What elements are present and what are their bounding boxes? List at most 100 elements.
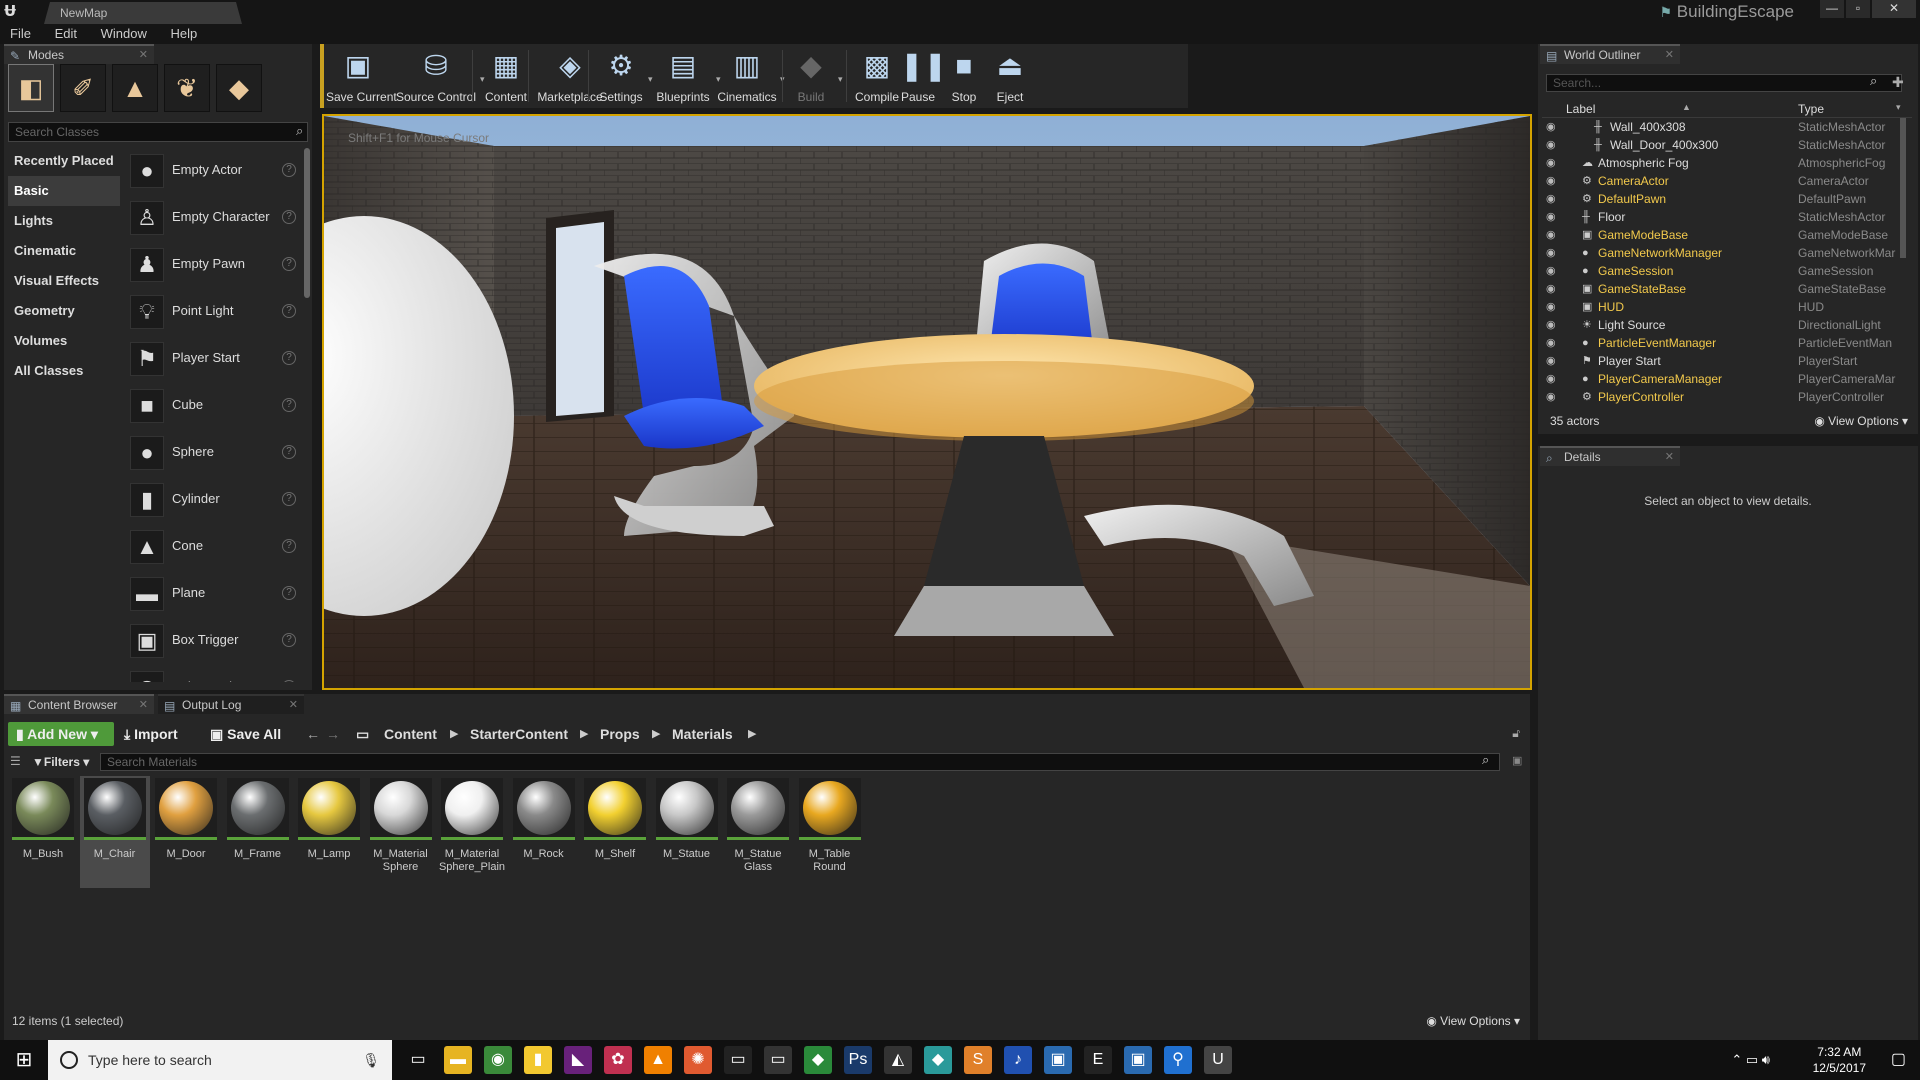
task-view-icon[interactable]: ▭: [404, 1046, 432, 1074]
placeable-item[interactable]: ⚑ Player Start?: [122, 336, 302, 383]
filters-button[interactable]: ▼Filters ▾: [32, 752, 89, 772]
placeable-item[interactable]: ▮ Cylinder?: [122, 477, 302, 524]
help-icon[interactable]: ?: [282, 163, 296, 177]
epic-games-icon[interactable]: E: [1084, 1046, 1112, 1074]
asset-tile[interactable]: M_Rock: [509, 776, 579, 888]
clock[interactable]: 7:32 AM 12/5/2017: [1813, 1044, 1866, 1076]
visibility-eye-icon[interactable]: ◉: [1546, 136, 1556, 154]
chevron-down-icon[interactable]: ▾: [1896, 102, 1901, 113]
placeable-item[interactable]: 💡︎ Point Light?: [122, 289, 302, 336]
placeable-item[interactable]: ▣ Box Trigger?: [122, 618, 302, 665]
davinci-icon[interactable]: ✿: [604, 1046, 632, 1074]
menu-edit[interactable]: Edit: [45, 24, 87, 44]
volume-icon[interactable]: 🔊︎: [1762, 1052, 1770, 1067]
back-arrow-icon[interactable]: ←: [306, 722, 320, 746]
sourcetree-icon[interactable]: ◆: [924, 1046, 952, 1074]
close-tab-icon[interactable]: ✕: [289, 696, 298, 714]
tab-world-outliner[interactable]: ▤ World Outliner ✕: [1540, 44, 1680, 64]
visibility-eye-icon[interactable]: ◉: [1546, 208, 1556, 226]
save-all-button[interactable]: ▣ Save All: [210, 722, 281, 746]
import-button[interactable]: ⤓ Import: [124, 722, 178, 746]
paint-mode-icon[interactable]: ✐: [60, 64, 106, 112]
tab-details[interactable]: ⌕ Details ✕: [1540, 446, 1680, 466]
terminal-icon[interactable]: ▭: [724, 1046, 752, 1074]
outliner-row[interactable]: ◉ ⚙ CameraActor CameraActor: [1542, 172, 1904, 190]
sources-toggle-icon[interactable]: ☰: [10, 754, 21, 768]
placeable-item[interactable]: ▬ Plane?: [122, 571, 302, 618]
modes-scrollbar[interactable]: [304, 148, 310, 298]
close-tab-icon[interactable]: ✕: [139, 696, 148, 714]
menu-window[interactable]: Window: [91, 24, 157, 44]
help-icon[interactable]: ?: [282, 445, 296, 459]
network-icon[interactable]: ▭: [1746, 1052, 1762, 1067]
help-icon[interactable]: ?: [282, 210, 296, 224]
close-tab-icon[interactable]: ✕: [1665, 448, 1674, 466]
outliner-row[interactable]: ◉ ⚑ Player Start PlayerStart: [1542, 352, 1904, 370]
add-actor-icon[interactable]: ✚: [1892, 74, 1904, 91]
placeable-item[interactable]: ♟ Empty Pawn?: [122, 242, 302, 289]
outliner-row[interactable]: ◉ ● GameSession GameSession: [1542, 262, 1904, 280]
help-icon[interactable]: ?: [282, 398, 296, 412]
asset-tile[interactable]: M_Door: [151, 776, 221, 888]
outliner-row[interactable]: ◉ ▣ GameModeBase GameModeBase: [1542, 226, 1904, 244]
category-all-classes[interactable]: All Classes: [8, 356, 120, 386]
visibility-eye-icon[interactable]: ◉: [1546, 298, 1556, 316]
outliner-row[interactable]: ◉ ● PlayerCameraManager PlayerCameraMar: [1542, 370, 1904, 388]
outliner-scrollbar[interactable]: [1900, 118, 1906, 258]
microphone-icon[interactable]: 🎙︎: [362, 1040, 380, 1080]
marketplace-button[interactable]: ◈ Marketplace: [536, 48, 604, 104]
level-viewport[interactable]: Shift+F1 for Mouse Cursor: [322, 114, 1532, 690]
sticky-notes-icon[interactable]: ▮: [524, 1046, 552, 1074]
outliner-row[interactable]: ◉ ▣ HUD HUD: [1542, 298, 1904, 316]
taskbar-search-input[interactable]: Type here to search 🎙︎: [48, 1040, 392, 1080]
asset-tile[interactable]: M_Chair: [79, 776, 150, 888]
content-button[interactable]: ▦ Content: [481, 48, 531, 104]
help-icon[interactable]: ?: [282, 680, 296, 682]
visibility-eye-icon[interactable]: ◉: [1546, 280, 1556, 298]
help-icon[interactable]: ?: [282, 351, 296, 365]
security-icon[interactable]: ◆: [804, 1046, 832, 1074]
compile-button[interactable]: ▩ Compile: [852, 48, 902, 104]
breadcrumb-arrow-icon[interactable]: ▶: [580, 722, 588, 746]
color-picker-icon[interactable]: ✺: [684, 1046, 712, 1074]
lock-icon[interactable]: 🔓︎: [1512, 726, 1520, 741]
maps-icon[interactable]: ⚲: [1164, 1046, 1192, 1074]
outliner-row[interactable]: ◉ ⚙ DefaultPawn DefaultPawn: [1542, 190, 1904, 208]
unreal-engine-icon[interactable]: U: [1204, 1046, 1232, 1074]
outliner-row[interactable]: ◉ ╫ Wall_400x308 StaticMeshActor: [1542, 118, 1904, 136]
visual-studio-icon[interactable]: ◣: [564, 1046, 592, 1074]
file-explorer-icon[interactable]: ▬: [444, 1046, 472, 1074]
visibility-eye-icon[interactable]: ◉: [1546, 154, 1556, 172]
outliner-row[interactable]: ◉ ╫ Floor StaticMeshActor: [1542, 208, 1904, 226]
foliage-mode-icon[interactable]: ❦: [164, 64, 210, 112]
help-icon[interactable]: ?: [282, 633, 296, 647]
asset-tile[interactable]: M_Material Sphere_Plain: [437, 776, 507, 888]
column-label[interactable]: Label: [1566, 102, 1595, 116]
column-type[interactable]: Type: [1798, 102, 1824, 116]
outliner-row[interactable]: ◉ ☁ Atmospheric Fog AtmosphericFog: [1542, 154, 1904, 172]
minimize-button[interactable]: —: [1820, 0, 1844, 18]
outliner-row[interactable]: ◉ ● ParticleEventManager ParticleEventMan: [1542, 334, 1904, 352]
sublime-icon[interactable]: S: [964, 1046, 992, 1074]
unity-icon[interactable]: ◭: [884, 1046, 912, 1074]
eject-button[interactable]: ⏏ Eject: [990, 48, 1030, 104]
tab-content-browser[interactable]: ▦ Content Browser ✕: [4, 694, 154, 714]
map-tab[interactable]: NewMap: [44, 2, 242, 24]
dropdown-arrow-icon[interactable]: ▾: [838, 74, 843, 85]
close-tab-icon[interactable]: ✕: [139, 46, 148, 64]
stop-button[interactable]: ■ Stop: [944, 48, 984, 104]
asset-tile[interactable]: M_Frame: [223, 776, 293, 888]
save-search-icon[interactable]: ▣: [1512, 754, 1522, 767]
add-new-button[interactable]: ▮ Add New ▾: [8, 722, 114, 746]
outliner-row[interactable]: ◉ ☀ Light Source DirectionalLight: [1542, 316, 1904, 334]
visibility-eye-icon[interactable]: ◉: [1546, 370, 1556, 388]
maximize-button[interactable]: ▫: [1846, 0, 1870, 18]
search-classes-input[interactable]: Search Classes: [8, 122, 308, 142]
help-icon[interactable]: ?: [282, 539, 296, 553]
cinematics-button[interactable]: ▥ Cinematics: [716, 48, 778, 104]
forward-arrow-icon[interactable]: →: [326, 722, 340, 746]
geometry-mode-icon[interactable]: ◆: [216, 64, 262, 112]
content-view-options[interactable]: ◉ View Options ▾: [1426, 1014, 1520, 1028]
visibility-eye-icon[interactable]: ◉: [1546, 244, 1556, 262]
tab-output-log[interactable]: ▤ Output Log ✕: [158, 694, 304, 714]
